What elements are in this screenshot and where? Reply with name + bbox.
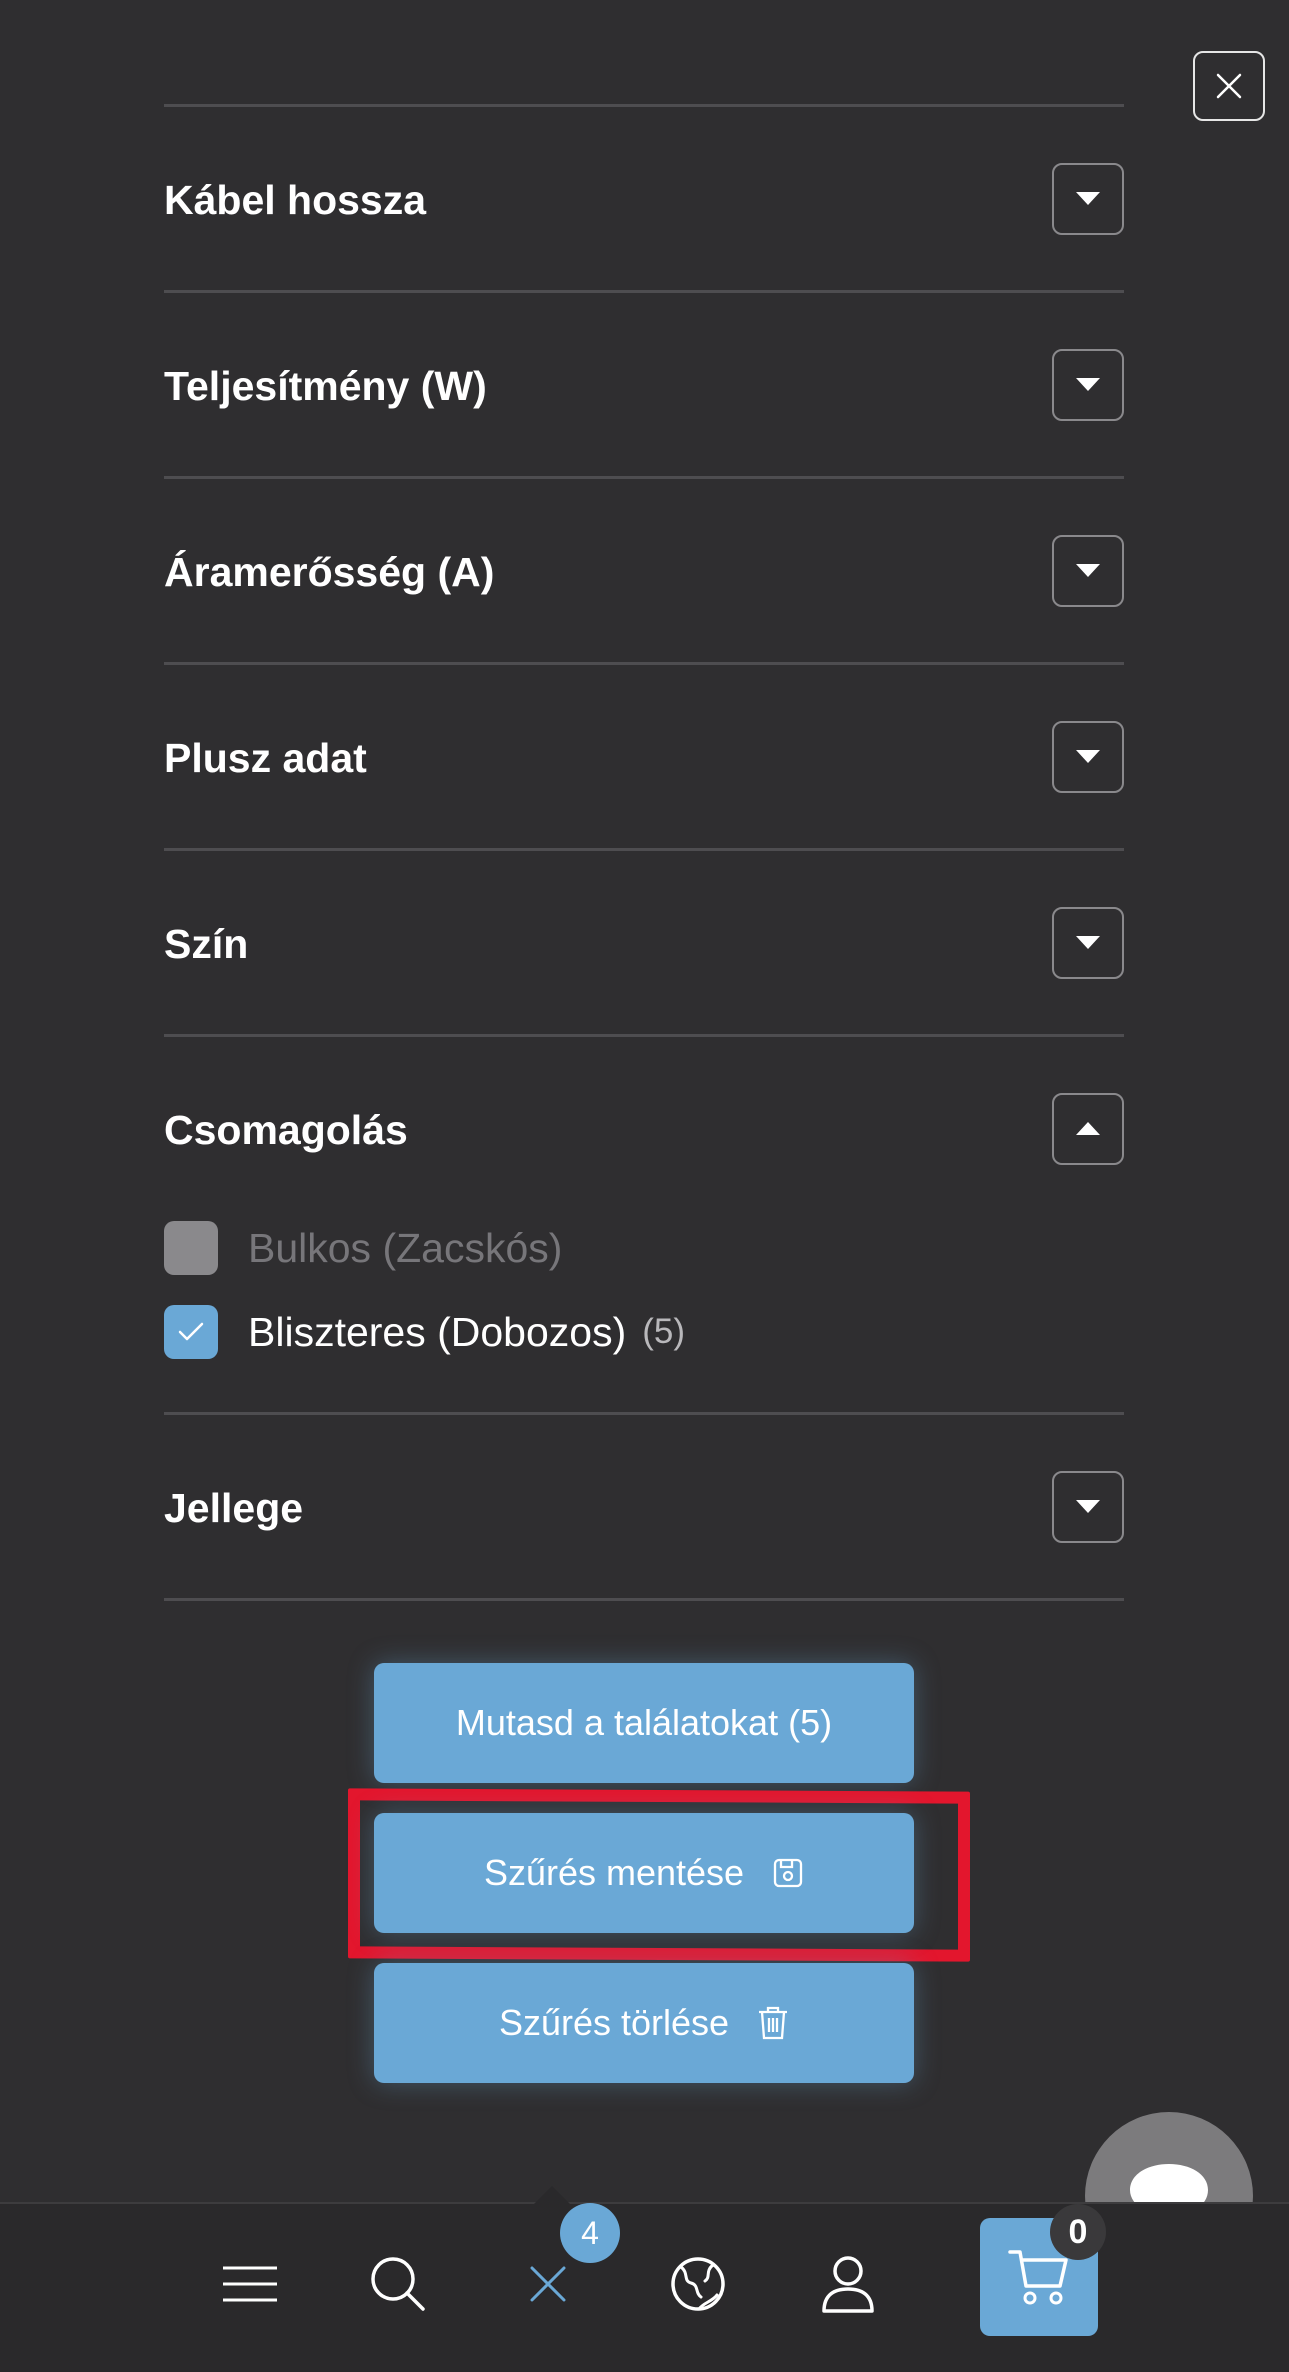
- expand-toggle[interactable]: [1052, 163, 1124, 235]
- close-filter-icon: [530, 2266, 566, 2302]
- filter-section-jellege[interactable]: Jellege: [164, 1415, 1124, 1598]
- account-button[interactable]: [808, 2244, 888, 2324]
- filter-section-title: Kábel hossza: [164, 177, 427, 223]
- expand-toggle[interactable]: [1052, 907, 1124, 979]
- close-button[interactable]: [1193, 51, 1265, 121]
- save-icon: [772, 1857, 804, 1889]
- filter-section-title: Szín: [164, 921, 249, 967]
- option-label: Bliszteres (Dobozos): [248, 1308, 627, 1355]
- save-filter-label: Szűrés mentése: [483, 1852, 745, 1893]
- check-icon: [178, 1322, 204, 1341]
- divider: [164, 1598, 1124, 1601]
- clear-filter-button[interactable]: Szűrés törlése: [374, 1963, 914, 2083]
- filter-panel: Kábel hossza Teljesítmény (W) Áramerőssé…: [0, 0, 1289, 2372]
- expand-toggle[interactable]: [1052, 721, 1124, 793]
- filter-option-bliszteres[interactable]: Bliszteres (Dobozos) (5): [164, 1305, 685, 1359]
- show-results-label: Mutasd a találatokat (5): [455, 1702, 833, 1743]
- clear-filter-label: Szűrés törlése: [498, 2002, 730, 2043]
- menu-button[interactable]: [210, 2244, 290, 2324]
- trash-icon: [757, 2005, 789, 2041]
- expand-toggle[interactable]: [1052, 535, 1124, 607]
- notch: [534, 2186, 570, 2204]
- caret-up-icon: [1076, 1122, 1100, 1135]
- caret-down-icon: [1076, 1500, 1100, 1513]
- filter-section-title: Jellege: [164, 1485, 304, 1531]
- caret-down-icon: [1076, 192, 1100, 205]
- filter-section-title: Teljesítmény (W): [164, 363, 487, 409]
- globe-icon: [671, 2257, 725, 2311]
- filter-count-badge: 4: [560, 2203, 620, 2263]
- save-filter-button[interactable]: Szűrés mentése: [374, 1813, 914, 1933]
- caret-down-icon: [1076, 564, 1100, 577]
- checkbox-checked[interactable]: [164, 1305, 218, 1359]
- menu-icon: [223, 2266, 277, 2302]
- close-icon: [1216, 73, 1242, 99]
- filter-section-teljesitmeny[interactable]: Teljesítmény (W): [164, 293, 1124, 476]
- cart-icon: [1008, 2250, 1068, 2305]
- option-count: (5): [642, 1312, 686, 1351]
- caret-down-icon: [1076, 378, 1100, 391]
- filter-section-aramerosseg[interactable]: Áramerősség (A): [164, 479, 1124, 662]
- filter-section-title: Áramerősség (A): [164, 549, 495, 595]
- expand-toggle[interactable]: [1052, 1471, 1124, 1543]
- search-icon: [371, 2257, 425, 2311]
- caret-down-icon: [1076, 936, 1100, 949]
- caret-down-icon: [1076, 750, 1100, 763]
- filter-list: Kábel hossza Teljesítmény (W) Áramerőssé…: [164, 104, 1124, 1601]
- option-label: Bulkos (Zacskós): [248, 1224, 563, 1271]
- collapse-toggle[interactable]: [1052, 1093, 1124, 1165]
- language-button[interactable]: [658, 2244, 738, 2324]
- filter-section-title: Plusz adat: [164, 735, 367, 781]
- filter-section-kabel-hossza[interactable]: Kábel hossza: [164, 107, 1124, 290]
- filter-section-csomagolas: Csomagolás Bulkos (Zacskós) Bliszteres (…: [164, 1037, 1124, 1412]
- filter-option-bulkos[interactable]: Bulkos (Zacskós): [164, 1221, 562, 1275]
- show-results-button[interactable]: Mutasd a találatokat (5): [374, 1663, 914, 1783]
- filter-section-szin[interactable]: Szín: [164, 851, 1124, 1034]
- checkbox-unchecked[interactable]: [164, 1221, 218, 1275]
- filter-section-title: Csomagolás: [164, 1107, 408, 1153]
- search-button[interactable]: [358, 2244, 438, 2324]
- expand-toggle[interactable]: [1052, 349, 1124, 421]
- user-icon: [822, 2256, 874, 2313]
- cart-count-badge: 0: [1050, 2204, 1106, 2260]
- filter-section-plusz-adat[interactable]: Plusz adat: [164, 665, 1124, 848]
